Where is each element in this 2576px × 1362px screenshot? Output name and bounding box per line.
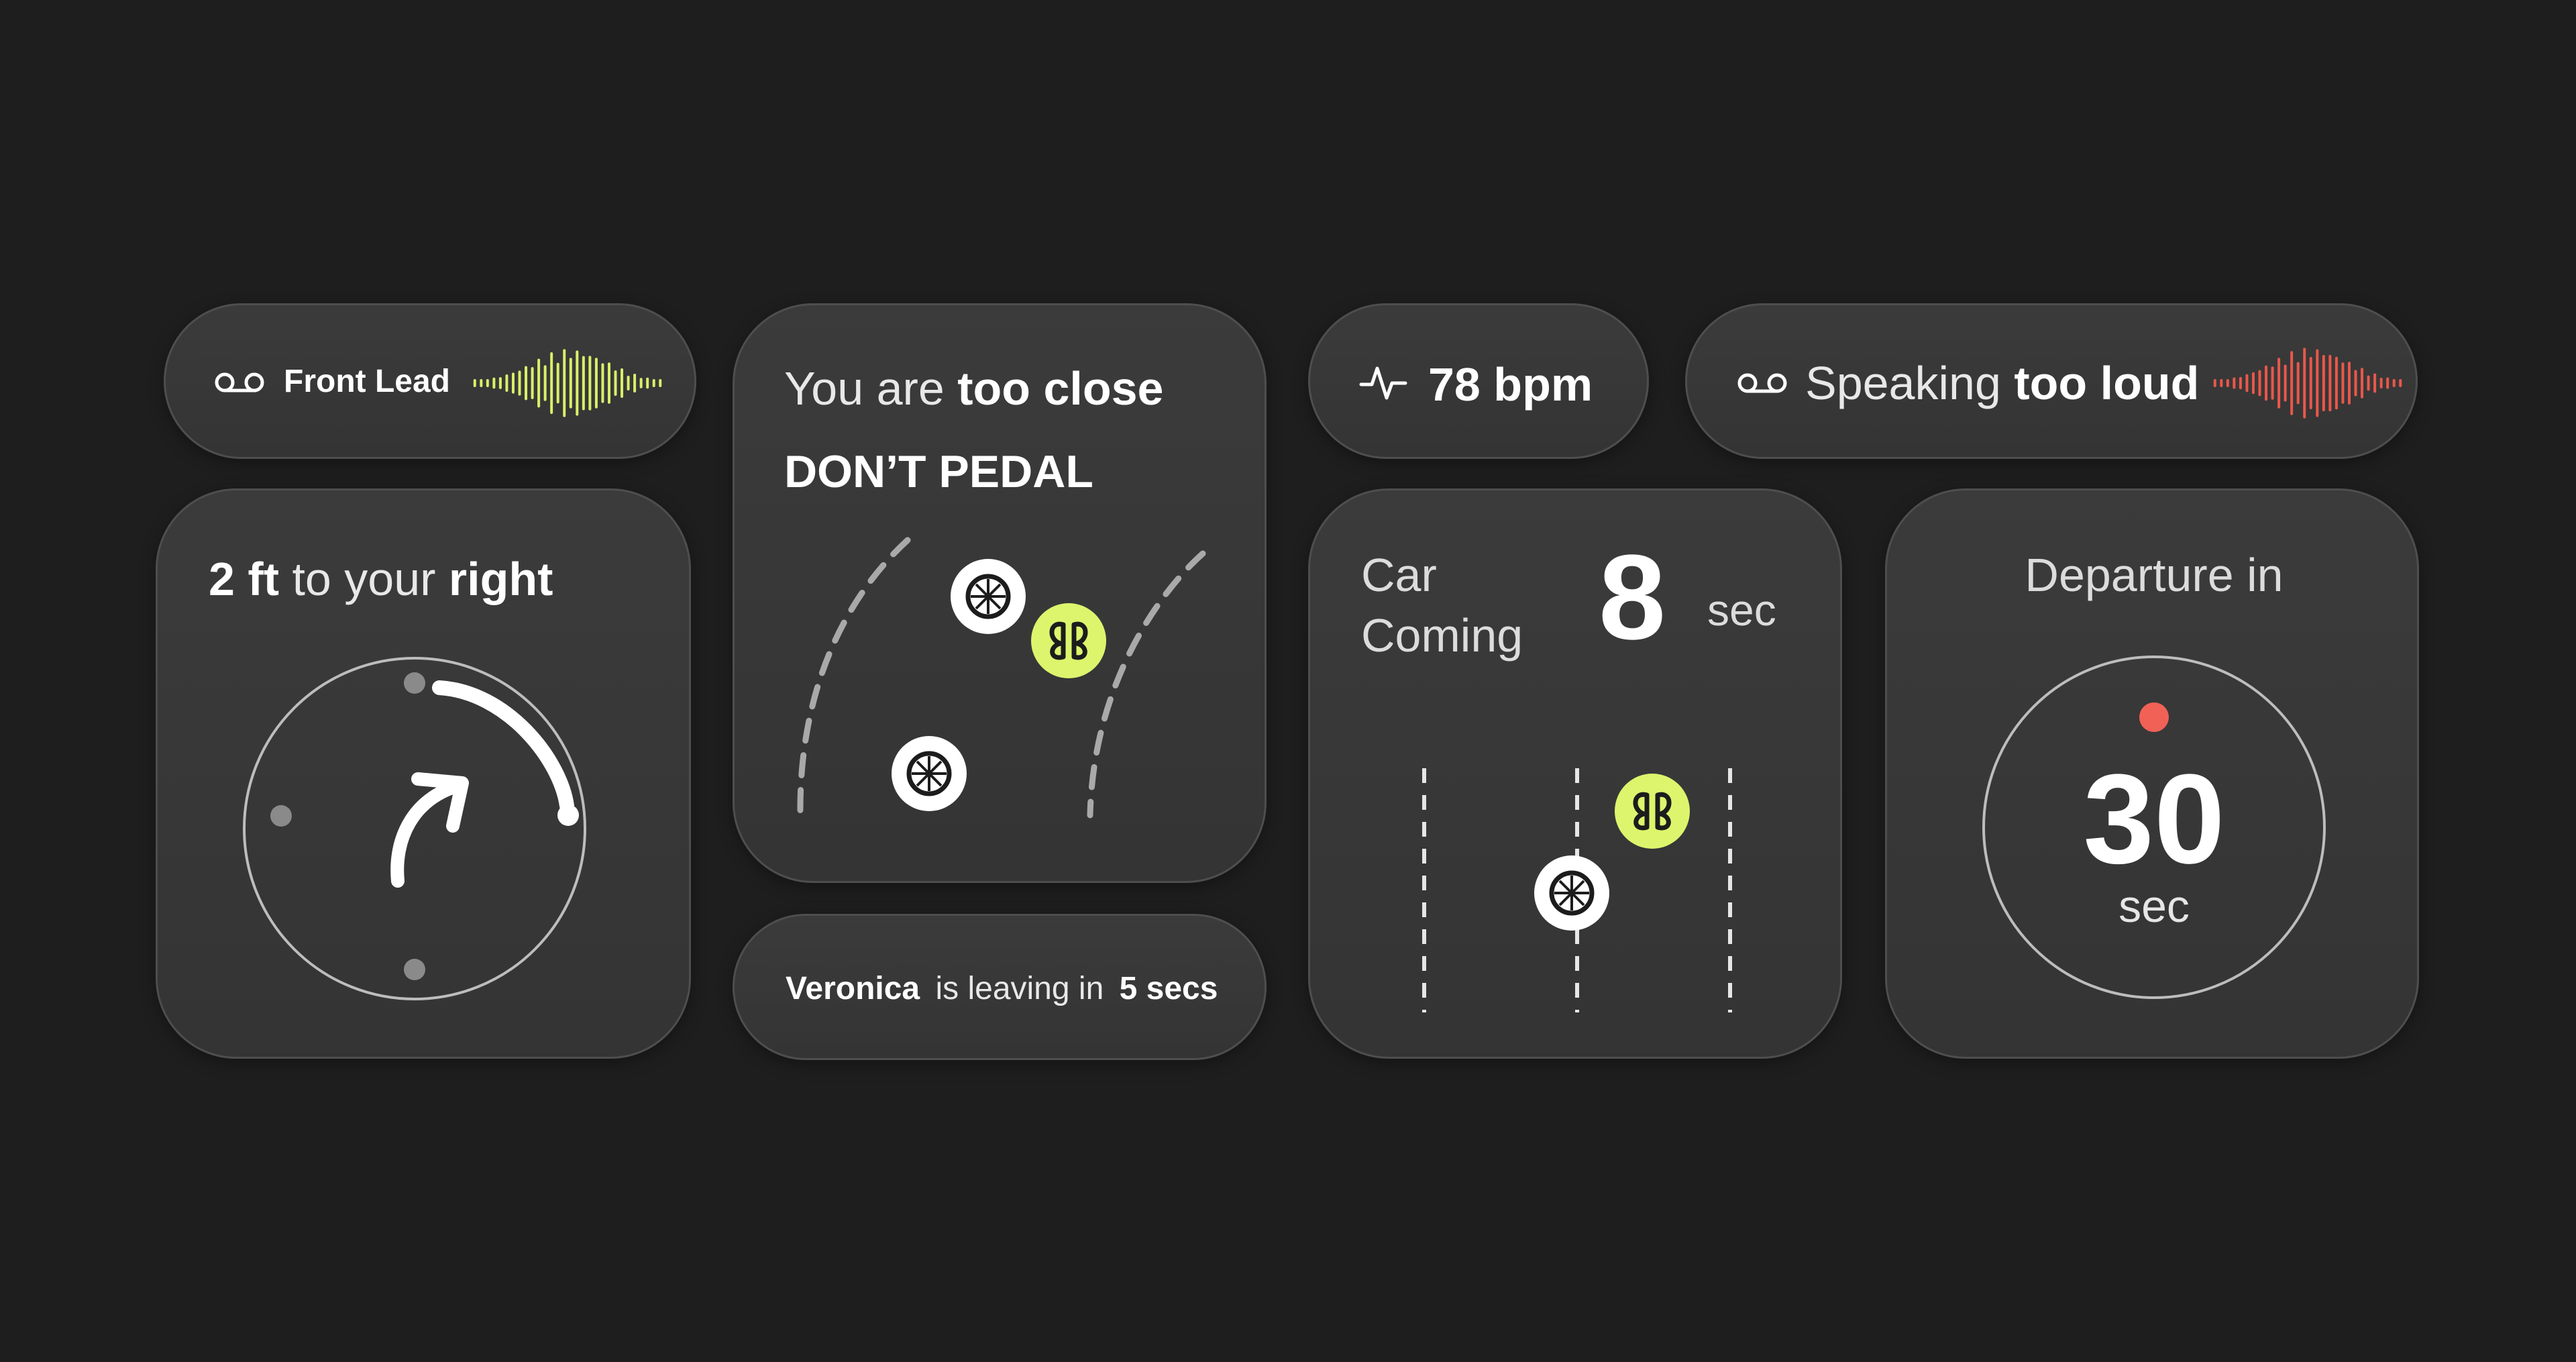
veronica-pill[interactable]: Veronica is leaving in 5 secs: [733, 914, 1267, 1060]
departure-number: 30: [2083, 748, 2225, 890]
bike-wheel-icon: [892, 736, 967, 811]
voicemail-icon: [1737, 373, 1787, 393]
rider-badge-icon: [1031, 603, 1106, 678]
front-lead-pill[interactable]: Front Lead: [164, 303, 696, 459]
audio-waveform-icon: [473, 349, 662, 417]
direction-card[interactable]: 2 ft to your right: [156, 488, 691, 1059]
compass-dot-bottom: [404, 959, 425, 980]
heart-rate-value: 78 bpm: [1428, 358, 1593, 411]
audio-waveform-icon: [2213, 348, 2402, 419]
compass-dot-top: [404, 672, 425, 694]
departure-card[interactable]: Departure in 30 sec: [1885, 488, 2419, 1059]
car-coming-card[interactable]: Car Coming 8 sec: [1308, 488, 1842, 1059]
lane-line-right: [1087, 550, 1206, 819]
arrow-turn-right-icon: [390, 772, 469, 888]
lane-diagram: [1422, 768, 1732, 1012]
veronica-text: Veronica is leaving in 5 secs: [786, 970, 1218, 1008]
veronica-name: Veronica: [786, 971, 920, 1006]
heart-rate-pill[interactable]: 78 bpm: [1308, 303, 1649, 459]
compass-dot-left: [270, 805, 292, 827]
lane-line-left: [797, 537, 911, 819]
speaking-emphasis: too loud: [2014, 357, 2200, 409]
speaking-pill[interactable]: Speaking too loud: [1685, 303, 2418, 459]
departure-unit: sec: [2118, 881, 2190, 932]
veronica-middle: is leaving in: [935, 971, 1104, 1006]
speaking-prefix: Speaking: [1805, 357, 2001, 409]
front-lead-label: Front Lead: [284, 364, 450, 399]
heading-dot: [557, 804, 579, 826]
bike-wheel-icon: [1534, 855, 1609, 931]
recording-dot: [2139, 702, 2169, 732]
direction-compass: [243, 657, 586, 1000]
voicemail-icon: [215, 372, 264, 392]
rider-badge-icon: [1615, 774, 1690, 849]
veronica-time: 5 secs: [1119, 971, 1218, 1006]
lane-diagram: [797, 537, 1206, 819]
speaking-text: Speaking too loud: [1805, 355, 2199, 411]
too-close-card[interactable]: You are too close DON’T PEDAL: [733, 303, 1267, 883]
bike-wheel-icon: [951, 559, 1026, 634]
heartbeat-icon: [1359, 366, 1407, 400]
